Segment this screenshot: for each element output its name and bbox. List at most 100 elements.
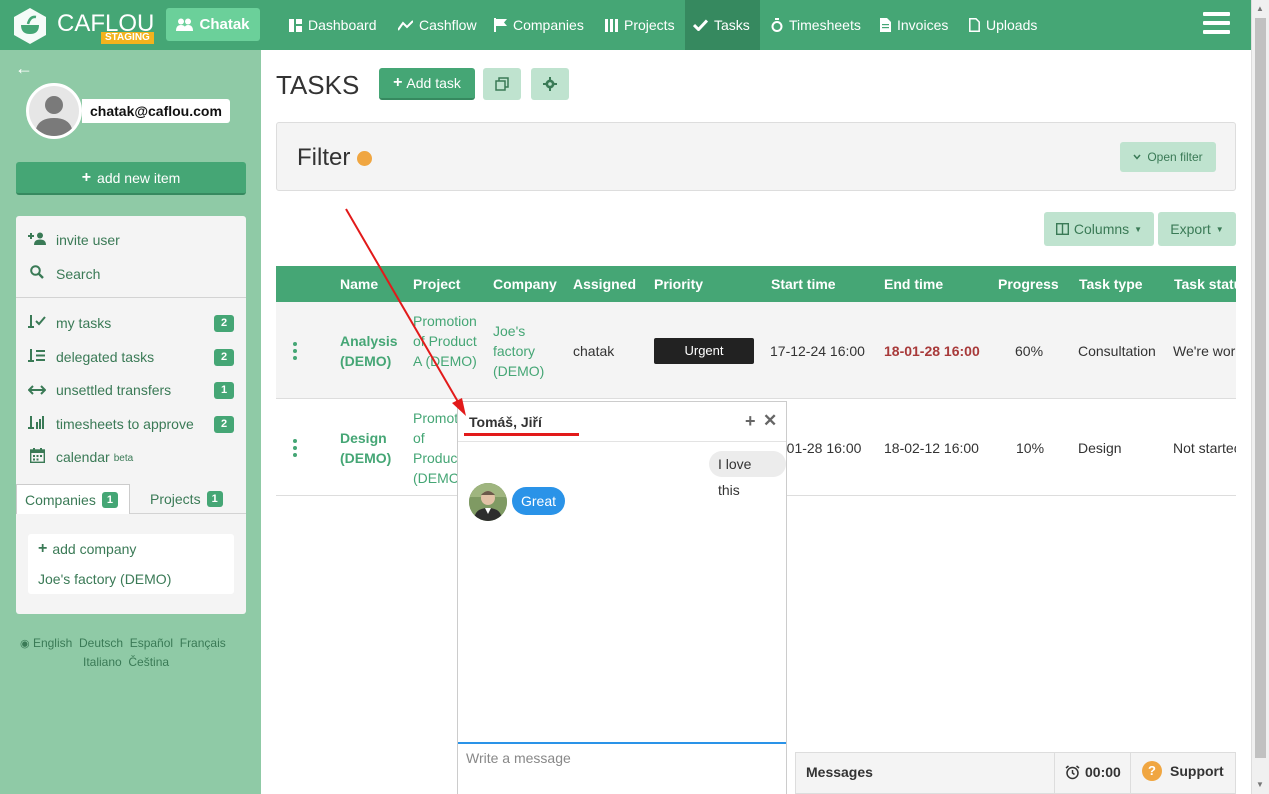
company-link[interactable]: Joe's factory (DEMO) <box>38 571 171 587</box>
header-progress[interactable]: Progress <box>998 266 1059 302</box>
contact-avatar <box>469 483 507 521</box>
add-task-button[interactable]: + Add task <box>379 68 475 100</box>
sidebar-divider <box>16 297 246 298</box>
lang-italiano[interactable]: Italiano <box>83 655 122 669</box>
scroll-up-icon[interactable]: ▲ <box>1256 4 1264 13</box>
back-arrow-icon[interactable]: ← <box>15 58 33 79</box>
task-end-time: 18-02-12 16:00 <box>884 440 979 456</box>
task-end-time: 18-01-28 16:00 <box>884 343 980 359</box>
task-company[interactable]: Joe's factory (DEMO) <box>493 321 565 381</box>
table-row[interactable]: Analysis (DEMO) Promotion of Product A (… <box>276 302 1236 399</box>
sidebar-item-my-tasks[interactable]: my tasks <box>28 315 111 331</box>
task-name[interactable]: Design (DEMO) <box>340 428 410 468</box>
header-assigned[interactable]: Assigned <box>573 266 636 302</box>
user-email[interactable]: chatak@caflou.com <box>82 99 230 123</box>
sidebar-item-search[interactable]: Search <box>28 265 100 282</box>
task-project[interactable]: Promot of Produc (DEMC <box>413 408 463 488</box>
chat-contact-name[interactable]: Tomáš, Jiří <box>469 414 542 430</box>
task-status: We're wor <box>1173 343 1236 359</box>
nav-timesheets[interactable]: Timesheets <box>763 0 869 50</box>
header-name[interactable]: Name <box>340 266 378 302</box>
header-end-time[interactable]: End time <box>884 266 943 302</box>
nav-uploads[interactable]: Uploads <box>961 0 1045 50</box>
tab-projects-label: Projects <box>150 491 201 507</box>
chat-message-input[interactable] <box>458 742 786 794</box>
nav-cashflow-label: Cashflow <box>419 17 477 33</box>
user-avatar[interactable] <box>26 83 82 139</box>
nav-companies[interactable]: Companies <box>486 0 592 50</box>
add-new-item-button[interactable]: + add new item <box>16 162 246 195</box>
messages-label[interactable]: Messages <box>806 764 873 780</box>
settings-button[interactable] <box>531 68 569 100</box>
nav-invoices-label: Invoices <box>897 17 949 33</box>
header-task-status[interactable]: Task statu <box>1174 266 1236 302</box>
hamburger-menu-icon[interactable] <box>1203 12 1230 36</box>
row-menu-icon[interactable] <box>293 439 299 460</box>
nav-timesheets-label: Timesheets <box>789 17 861 33</box>
plus-icon: + <box>38 540 48 557</box>
open-filter-label: Open filter <box>1147 150 1203 164</box>
delegated-tasks-icon <box>28 349 46 365</box>
row-menu-icon[interactable] <box>293 342 299 363</box>
scroll-thumb[interactable] <box>1255 18 1266 758</box>
support-button[interactable]: ? Support <box>1142 761 1224 781</box>
tab-projects[interactable]: Projects 1 <box>142 484 231 514</box>
my-tasks-label: my tasks <box>56 315 112 331</box>
tab-companies[interactable]: Companies 1 <box>16 484 130 514</box>
nav-companies-label: Companies <box>513 17 584 33</box>
add-company-link[interactable]: + add company <box>38 540 136 558</box>
sidebar-item-invite-user[interactable]: invite user <box>28 232 120 248</box>
add-participant-icon[interactable]: + <box>745 411 756 432</box>
chatak-button[interactable]: Chatak <box>166 8 260 41</box>
columns-button[interactable]: Columns ▼ <box>1044 212 1154 246</box>
timer-button[interactable]: 00:00 <box>1065 764 1121 780</box>
caflou-logo-icon[interactable] <box>12 8 48 44</box>
filter-status-dot <box>357 151 372 166</box>
page-scrollbar[interactable]: ▲ ▼ <box>1251 0 1269 794</box>
lang-english[interactable]: English <box>33 636 72 650</box>
tab-companies-count: 1 <box>101 491 118 508</box>
user-silhouette-icon <box>29 86 79 136</box>
header-task-type[interactable]: Task type <box>1079 266 1143 302</box>
filter-panel: Filter Open filter <box>276 122 1236 191</box>
chat-window: Tomáš, Jiří + ✕ I love this Great <box>457 401 787 794</box>
sidebar-item-calendar[interactable]: calendar beta <box>28 448 133 466</box>
unsettled-transfers-count-badge: 1 <box>214 382 234 399</box>
lang-francais[interactable]: Français <box>180 636 226 650</box>
lang-deutsch[interactable]: Deutsch <box>79 636 123 650</box>
task-name[interactable]: Analysis (DEMO) <box>340 331 410 371</box>
tab-projects-count: 1 <box>206 491 223 507</box>
nav-dashboard[interactable]: Dashboard <box>281 0 385 50</box>
sidebar-item-delegated-tasks[interactable]: delegated tasks <box>28 349 154 365</box>
caret-down-icon: ▼ <box>1134 224 1143 234</box>
header-priority[interactable]: Priority <box>654 266 703 302</box>
header-project[interactable]: Project <box>413 266 460 302</box>
header-company[interactable]: Company <box>493 266 557 302</box>
sidebar-item-timesheets-to-approve[interactable]: timesheets to approve <box>28 416 194 432</box>
chat-message-incoming: Great <box>512 487 566 515</box>
gear-icon <box>543 77 557 91</box>
close-icon[interactable]: ✕ <box>763 411 777 431</box>
header-start-time[interactable]: Start time <box>771 266 836 302</box>
nav-projects[interactable]: Projects <box>597 0 683 50</box>
nav-tasks[interactable]: Tasks <box>685 0 760 50</box>
scroll-down-icon[interactable]: ▼ <box>1256 780 1264 789</box>
tasks-table-header: Name Project Company Assigned Priority S… <box>276 266 1236 302</box>
export-button[interactable]: Export ▼ <box>1158 212 1236 246</box>
lang-cestina[interactable]: Čeština <box>128 655 169 669</box>
sidebar: ← chatak@caflou.com + add new item invit… <box>0 50 261 794</box>
nav-invoices[interactable]: Invoices <box>872 0 956 50</box>
chatak-button-label: Chatak <box>199 16 250 33</box>
lang-espanol[interactable]: Español <box>130 636 173 650</box>
task-type: Consultation <box>1078 343 1156 359</box>
priority-badge: Urgent <box>654 338 754 364</box>
staging-badge: STAGING <box>101 32 154 44</box>
sidebar-panel: invite user Search my tasks 2 delegated … <box>16 216 246 614</box>
sidebar-item-unsettled-transfers[interactable]: unsettled transfers <box>27 382 171 398</box>
flag-icon <box>494 18 507 32</box>
nav-cashflow[interactable]: Cashflow <box>390 0 485 50</box>
open-filter-button[interactable]: Open filter <box>1120 142 1216 172</box>
copy-button[interactable] <box>483 68 521 100</box>
columns-label: Columns <box>1073 221 1130 237</box>
task-project[interactable]: Promotion of Product A (DEMO) <box>413 311 485 371</box>
